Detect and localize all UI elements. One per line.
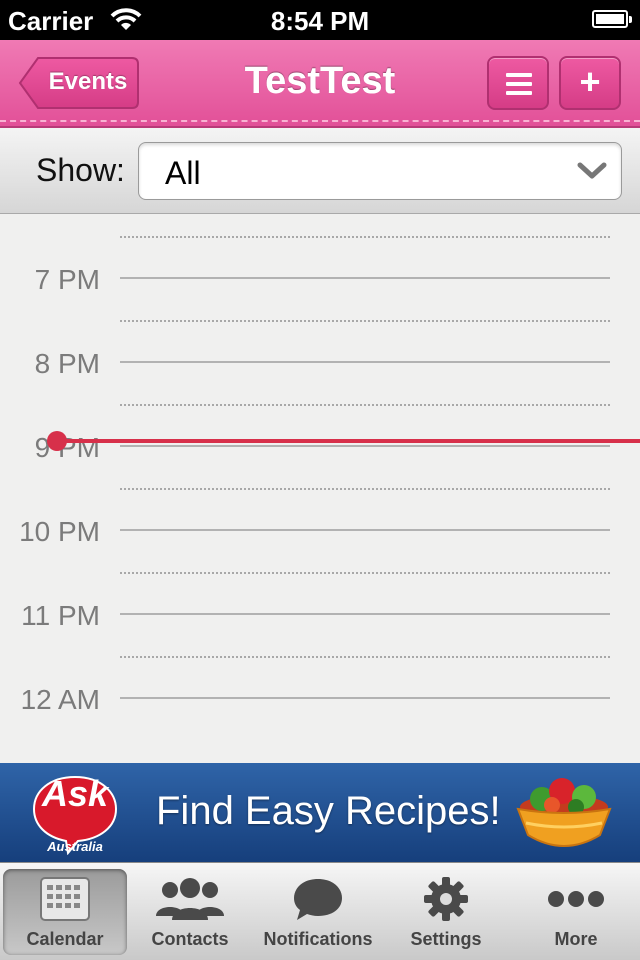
half-hour-line [120, 656, 610, 658]
add-event-button[interactable]: + [559, 56, 621, 110]
calendar-icon [3, 875, 127, 923]
day-timeline[interactable]: 7 PM 8 PM 9 PM 10 PM 11 PM 12 AM [0, 214, 640, 763]
tab-label: Contacts [151, 929, 229, 949]
half-hour-line [120, 488, 610, 490]
contacts-icon [128, 875, 252, 923]
tab-more[interactable]: More [514, 869, 638, 955]
tab-label: Notifications [263, 929, 373, 949]
status-bar: Carrier 8:54 PM [0, 0, 640, 40]
ad-brand-sub: Australia [47, 839, 103, 854]
tab-label: Calendar [26, 929, 104, 949]
tab-calendar[interactable]: Calendar [3, 869, 127, 955]
show-filter-value: All [165, 155, 201, 191]
hour-line [120, 697, 610, 699]
gear-icon [384, 875, 508, 923]
chevron-down-icon [577, 162, 607, 179]
salad-bowl-icon [516, 778, 612, 847]
more-dots-icon [514, 875, 638, 923]
nav-stitch-decoration [0, 120, 640, 122]
tab-label: Settings [410, 929, 482, 949]
hour-label: 10 PM [19, 516, 100, 547]
tab-label: More [554, 929, 598, 949]
ad-brand: Ask [41, 773, 109, 814]
tab-settings[interactable]: Settings [384, 869, 508, 955]
half-hour-line [120, 572, 610, 574]
speech-bubble-icon [256, 875, 380, 923]
hour-label: 12 AM [20, 684, 100, 715]
hour-line [120, 445, 610, 447]
current-time-dot [47, 431, 67, 451]
ad-banner[interactable]: Ask Australia Find Easy Recipes! [0, 763, 640, 862]
hour-label: 8 PM [34, 348, 100, 379]
battery-icon [592, 10, 632, 28]
ad-headline: Find Easy Recipes! [156, 789, 501, 833]
status-time: 8:54 PM [270, 6, 370, 36]
half-hour-line [120, 236, 610, 238]
half-hour-line [120, 320, 610, 322]
current-time-line [56, 439, 640, 443]
show-filter-select[interactable]: All [138, 142, 622, 200]
list-view-button[interactable] [487, 56, 549, 110]
tab-bar: Calendar Contacts Notifications Settings… [0, 862, 640, 960]
hour-label: 11 PM [21, 600, 100, 631]
hour-line [120, 529, 610, 531]
filter-bar: Show: All [0, 128, 640, 214]
navigation-bar: Events TestTest + [0, 40, 640, 128]
half-hour-line [120, 404, 610, 406]
hour-line [120, 277, 610, 279]
show-label: Show: [36, 152, 125, 188]
tab-contacts[interactable]: Contacts [128, 869, 252, 955]
hour-line [120, 613, 610, 615]
hour-line [120, 361, 610, 363]
hour-label: 7 PM [34, 264, 100, 295]
tab-notifications[interactable]: Notifications [256, 869, 380, 955]
list-icon [506, 73, 532, 100]
